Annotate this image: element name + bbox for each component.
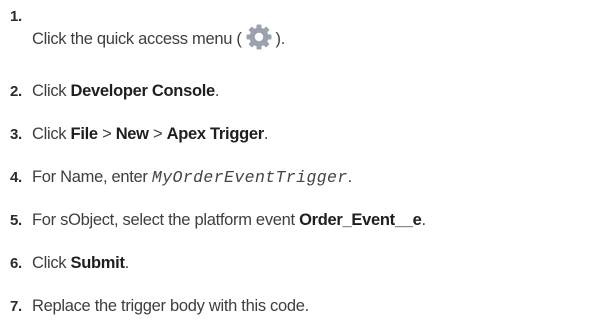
menu-item-new: New bbox=[115, 125, 149, 143]
step-text: Click Developer Console. bbox=[32, 82, 220, 101]
menu-separator: > bbox=[97, 125, 116, 143]
step-text: Click Submit. bbox=[32, 254, 129, 273]
menu-separator: > bbox=[148, 125, 167, 143]
step-text-post: . bbox=[347, 168, 353, 186]
step-text-pre: For Name, enter bbox=[32, 168, 152, 186]
step-text: Click the quick access menu (). bbox=[32, 22, 285, 52]
step-number: 5. bbox=[10, 212, 22, 229]
step-text-pre: Replace the trigger body with this code. bbox=[32, 297, 309, 315]
step-number: 1. bbox=[10, 8, 22, 25]
gear-icon bbox=[244, 22, 274, 52]
submit-label: Submit bbox=[70, 254, 125, 272]
code-trigger-name: MyOrderEventTrigger bbox=[151, 168, 348, 187]
step-text-pre: For sObject, select the platform event bbox=[32, 211, 300, 229]
menu-item-developer-console: Developer Console bbox=[70, 82, 216, 100]
step-text-post: . bbox=[421, 211, 426, 229]
step-number: 3. bbox=[10, 126, 22, 143]
menu-item-apex-trigger: Apex Trigger bbox=[166, 125, 265, 143]
step-text-pre: Click bbox=[32, 125, 71, 143]
step-number: 4. bbox=[10, 169, 22, 186]
step-text: Replace the trigger body with this code. bbox=[32, 297, 309, 316]
step-text: For sObject, select the platform event O… bbox=[32, 211, 426, 230]
step-text-post: . bbox=[124, 254, 130, 272]
step-text-pre: Click bbox=[32, 254, 71, 272]
step-text-pre: Click bbox=[32, 82, 71, 100]
step-text-post: . bbox=[214, 82, 220, 100]
menu-item-file: File bbox=[70, 125, 99, 143]
step-number: 2. bbox=[10, 83, 22, 100]
step-text: Click File > New > Apex Trigger. bbox=[32, 125, 269, 144]
step-number: 6. bbox=[10, 255, 22, 272]
step-text-pre: Click the quick access menu ( bbox=[32, 30, 242, 48]
step-text-post: . bbox=[263, 125, 269, 143]
step-number: 7. bbox=[10, 298, 22, 315]
platform-event-name: Order_Event__e bbox=[299, 211, 422, 229]
step-text: For Name, enter MyOrderEventTrigger. bbox=[32, 168, 352, 187]
step-text-post: ). bbox=[275, 30, 286, 48]
